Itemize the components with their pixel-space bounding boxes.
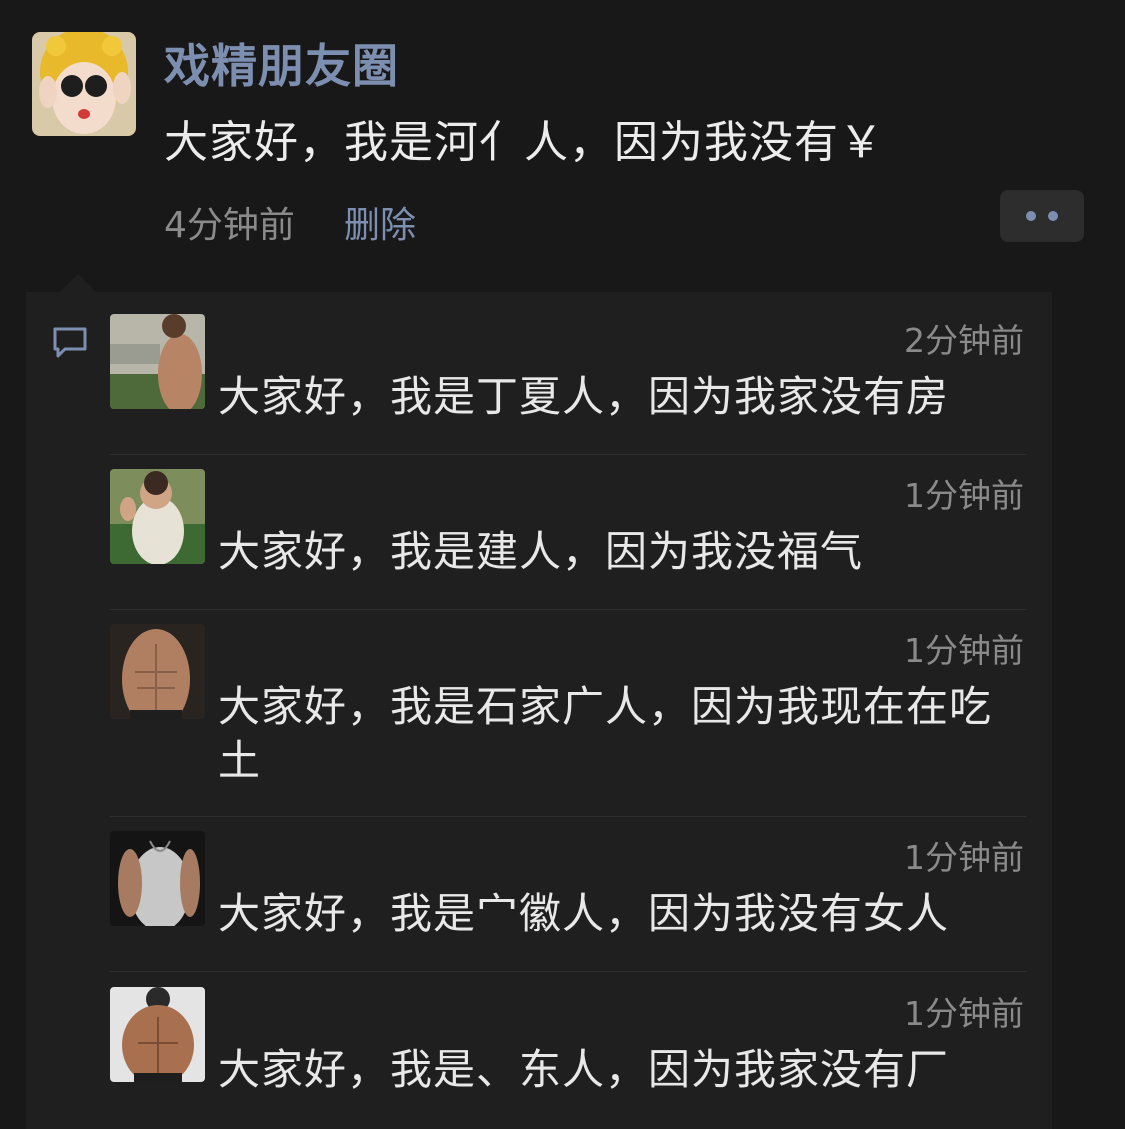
comment-text: 大家好，我是石家广人，因为我现在在吃土 xyxy=(218,682,993,785)
post-author-avatar[interactable] xyxy=(32,32,136,136)
comment-item: 1分钟前 大家好，我是、东人，因为我家没有厂 xyxy=(110,987,1024,1117)
comment-timestamp: 1分钟前 xyxy=(904,476,1024,515)
more-button[interactable] xyxy=(1000,190,1084,242)
comment-text: 大家好，我是建人，因为我没福气 xyxy=(218,527,864,576)
commenter-avatar[interactable] xyxy=(110,831,205,926)
commenter-avatar[interactable] xyxy=(110,314,205,409)
comment-timestamp: 1分钟前 xyxy=(904,631,1024,670)
comment-item: 1分钟前 大家好，我是建人，因为我没福气 xyxy=(110,469,1024,599)
commenter-avatar[interactable] xyxy=(110,469,205,564)
divider xyxy=(110,971,1026,972)
post-timestamp: 4分钟前 xyxy=(164,205,295,246)
post-author-name[interactable]: 戏精朋友圈 xyxy=(164,30,399,96)
comment-text: 大家好，我是⼧徽人，因为我没有女人 xyxy=(218,889,950,938)
comment-item: 2分钟前 大家好，我是丁夏人，因为我家没有房 xyxy=(110,314,1024,444)
more-dots-icon xyxy=(1026,211,1036,221)
divider xyxy=(110,816,1026,817)
post-text: 大家好，我是河⺅人，因为我没有￥ xyxy=(164,117,884,168)
comment-text: 大家好，我是丁夏人，因为我家没有房 xyxy=(218,372,950,421)
comment-timestamp: 1分钟前 xyxy=(904,994,1024,1033)
commenter-avatar[interactable] xyxy=(110,624,205,719)
avatar-image xyxy=(32,32,136,136)
comment-timestamp: 1分钟前 xyxy=(904,838,1024,877)
comment-text: 大家好，我是、东人，因为我家没有厂 xyxy=(218,1045,950,1094)
divider xyxy=(110,609,1026,610)
commenter-avatar[interactable] xyxy=(110,987,205,1082)
comment-timestamp: 2分钟前 xyxy=(904,321,1024,360)
divider xyxy=(110,454,1026,455)
comment-item: 1分钟前 大家好，我是⼧徽人，因为我没有女人 xyxy=(110,831,1024,961)
delete-link[interactable]: 删除 xyxy=(344,196,416,248)
comment-item: 1分钟前 大家好，我是石家广人，因为我现在在吃土 xyxy=(110,624,1024,804)
comment-bubble-icon xyxy=(53,327,87,358)
